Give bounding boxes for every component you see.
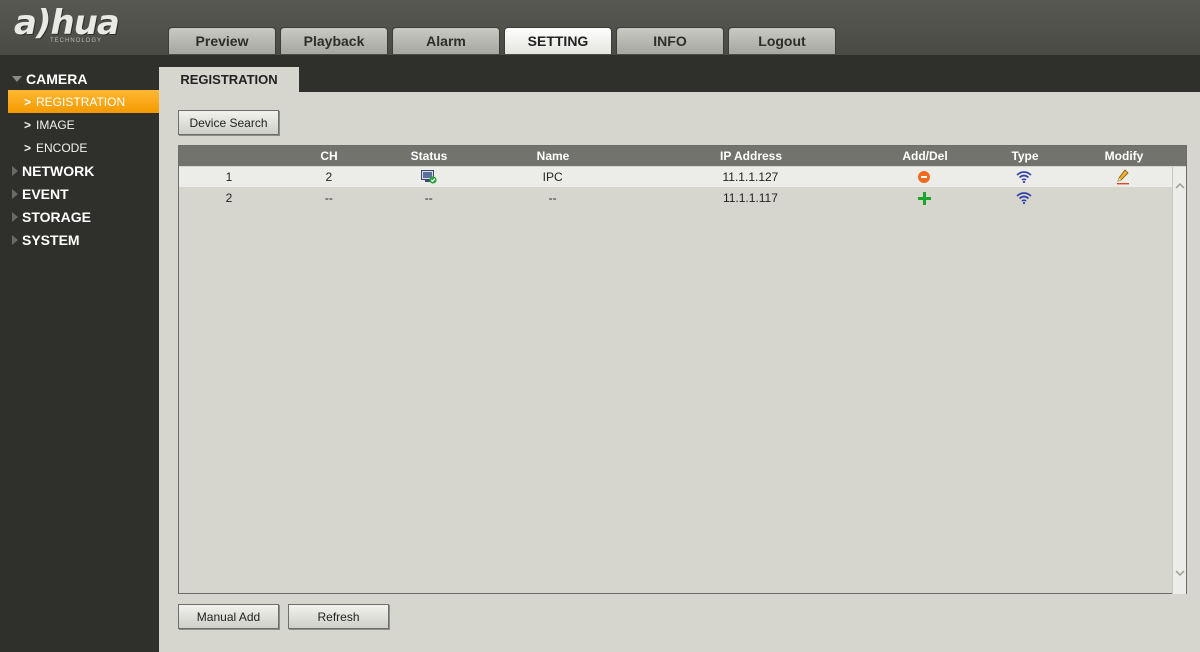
triangle-down-icon xyxy=(12,75,22,82)
column-header-modify: Modify xyxy=(1104,149,1144,163)
sidebar-group-label: NETWORK xyxy=(22,162,95,179)
sidebar-group-label: EVENT xyxy=(22,185,69,202)
table-row[interactable]: 1 2 IPC 11.1.1.127 xyxy=(179,167,1172,187)
column-header-name: Name xyxy=(536,149,570,163)
chevron-right-icon: > xyxy=(24,140,32,155)
cell-add-del xyxy=(874,167,974,187)
cell-index: 2 xyxy=(225,191,233,205)
manual-add-button[interactable]: Manual Add xyxy=(178,604,279,629)
content-tab-strip xyxy=(159,55,1200,92)
registration-table: CH Status Name IP Address Add/Del Type M… xyxy=(178,145,1187,594)
triangle-right-icon xyxy=(12,234,18,245)
cell-name: IPC xyxy=(542,170,563,184)
cell-name: -- xyxy=(548,191,557,205)
table-header: CH Status Name IP Address Add/Del Type M… xyxy=(179,146,1186,166)
wifi-icon xyxy=(1016,192,1032,204)
cell-status: -- xyxy=(424,191,433,205)
column-header-type: Type xyxy=(1011,149,1039,163)
tab-playback[interactable]: Playback xyxy=(280,27,388,54)
sidebar-group-storage[interactable]: STORAGE xyxy=(0,205,159,228)
sidebar-group-label: CAMERA xyxy=(26,70,88,87)
tab-setting[interactable]: SETTING xyxy=(504,27,612,54)
chevron-right-icon: > xyxy=(24,94,32,109)
main-nav: Preview Playback Alarm SETTING INFO Logo… xyxy=(168,27,840,54)
top-header: a)hua TECHNOLOGY Preview Playback Alarm … xyxy=(0,0,1200,55)
table-row[interactable]: 2 -- -- -- 11.1.1.117 xyxy=(179,188,1172,208)
sidebar-item-registration[interactable]: > REGISTRATION xyxy=(8,90,159,113)
edit-pencil-icon[interactable] xyxy=(1116,169,1130,185)
column-header-index xyxy=(179,146,279,166)
triangle-right-icon xyxy=(12,165,18,176)
column-header-status: Status xyxy=(410,149,448,163)
online-check-icon xyxy=(420,170,437,184)
sidebar-item-label: REGISTRATION xyxy=(36,94,126,109)
column-header-ip-address: IP Address xyxy=(719,149,783,163)
sidebar-group-camera[interactable]: CAMERA xyxy=(0,67,159,90)
cell-add-del xyxy=(874,188,974,208)
wifi-icon xyxy=(1016,171,1032,183)
chevron-right-icon: > xyxy=(24,117,32,132)
chevron-down-icon[interactable] xyxy=(1175,568,1185,578)
tab-preview[interactable]: Preview xyxy=(168,27,276,54)
dahua-logo: a)hua TECHNOLOGY xyxy=(14,6,139,48)
cell-modify xyxy=(1074,167,1172,187)
logo-subtitle: TECHNOLOGY xyxy=(50,38,103,44)
column-header-ch: CH xyxy=(320,149,338,163)
cell-ip-address: 11.1.1.127 xyxy=(722,170,779,184)
sidebar: CAMERA > REGISTRATION > IMAGE > ENCODE N… xyxy=(0,55,159,652)
cell-ip-address: 11.1.1.117 xyxy=(722,191,778,205)
tab-logout[interactable]: Logout xyxy=(728,27,836,54)
triangle-right-icon xyxy=(12,188,18,199)
device-search-button[interactable]: Device Search xyxy=(178,110,279,135)
sidebar-item-label: IMAGE xyxy=(36,117,75,132)
cell-ch: 2 xyxy=(325,170,333,184)
cell-ch: -- xyxy=(324,191,333,205)
sidebar-group-label: SYSTEM xyxy=(22,231,80,248)
sidebar-group-system[interactable]: SYSTEM xyxy=(0,228,159,251)
tab-info[interactable]: INFO xyxy=(616,27,724,54)
sidebar-item-label: ENCODE xyxy=(36,140,88,155)
refresh-button[interactable]: Refresh xyxy=(288,604,389,629)
sidebar-group-network[interactable]: NETWORK xyxy=(0,159,159,182)
cell-type xyxy=(974,188,1074,208)
sidebar-group-event[interactable]: EVENT xyxy=(0,182,159,205)
chevron-up-icon[interactable] xyxy=(1175,181,1185,191)
sidebar-item-encode[interactable]: > ENCODE xyxy=(0,136,159,159)
cell-type xyxy=(974,167,1074,187)
sidebar-item-image[interactable]: > IMAGE xyxy=(0,113,159,136)
logo-text: a)hua xyxy=(14,3,120,43)
tab-alarm[interactable]: Alarm xyxy=(392,27,500,54)
add-icon[interactable] xyxy=(917,191,931,205)
cell-status xyxy=(379,167,479,187)
sidebar-group-label: STORAGE xyxy=(22,208,91,225)
column-header-add-del: Add/Del xyxy=(902,149,948,163)
triangle-right-icon xyxy=(12,211,18,222)
cell-index: 1 xyxy=(225,170,233,184)
delete-icon[interactable] xyxy=(918,171,931,183)
cell-modify xyxy=(1074,188,1172,208)
page-tab-registration[interactable]: REGISTRATION xyxy=(159,67,299,92)
table-scrollbar[interactable] xyxy=(1172,167,1186,594)
